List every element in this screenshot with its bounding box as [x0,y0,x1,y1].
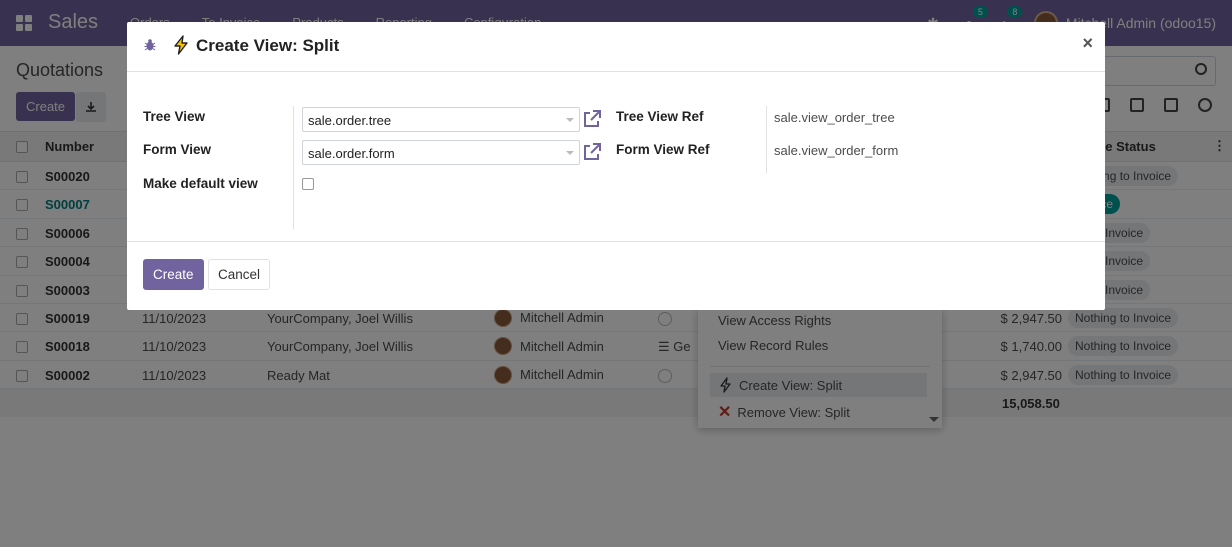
make-default-checkbox[interactable] [302,178,314,190]
chevron-down-icon [566,151,574,155]
external-link-icon[interactable] [582,109,602,129]
form-view-ref-label: Form View Ref [616,142,710,157]
close-icon[interactable]: × [1082,33,1093,54]
dialog-title: Create View: Split [196,36,340,55]
create-button[interactable]: Create [143,259,204,290]
tree-view-label: Tree View [143,109,206,124]
tree-view-ref-value: sale.view_order_tree [774,110,895,125]
field-divider [293,106,294,229]
form-view-value: sale.order.form [308,146,395,161]
tree-view-select[interactable]: sale.order.tree [302,107,580,132]
dialog-footer: Create Cancel [127,241,1105,310]
bolt-icon [174,35,188,55]
dialog-body: Tree View Form View Make default view sa… [127,73,1105,241]
cancel-button[interactable]: Cancel [208,259,271,290]
external-link-icon[interactable] [582,142,602,162]
chevron-down-icon [566,118,574,122]
form-view-select[interactable]: sale.order.form [302,140,580,165]
bug-icon [144,39,156,51]
form-view-label: Form View [143,142,212,157]
form-view-ref-value: sale.view_order_form [774,143,899,158]
create-view-dialog: Create View: Split × Tree View Form View… [127,22,1105,310]
dialog-header: Create View: Split × [127,22,1105,72]
tree-view-value: sale.order.tree [308,113,392,128]
field-divider [766,106,767,173]
make-default-label: Make default view [143,176,258,191]
tree-view-ref-label: Tree View Ref [616,109,704,124]
